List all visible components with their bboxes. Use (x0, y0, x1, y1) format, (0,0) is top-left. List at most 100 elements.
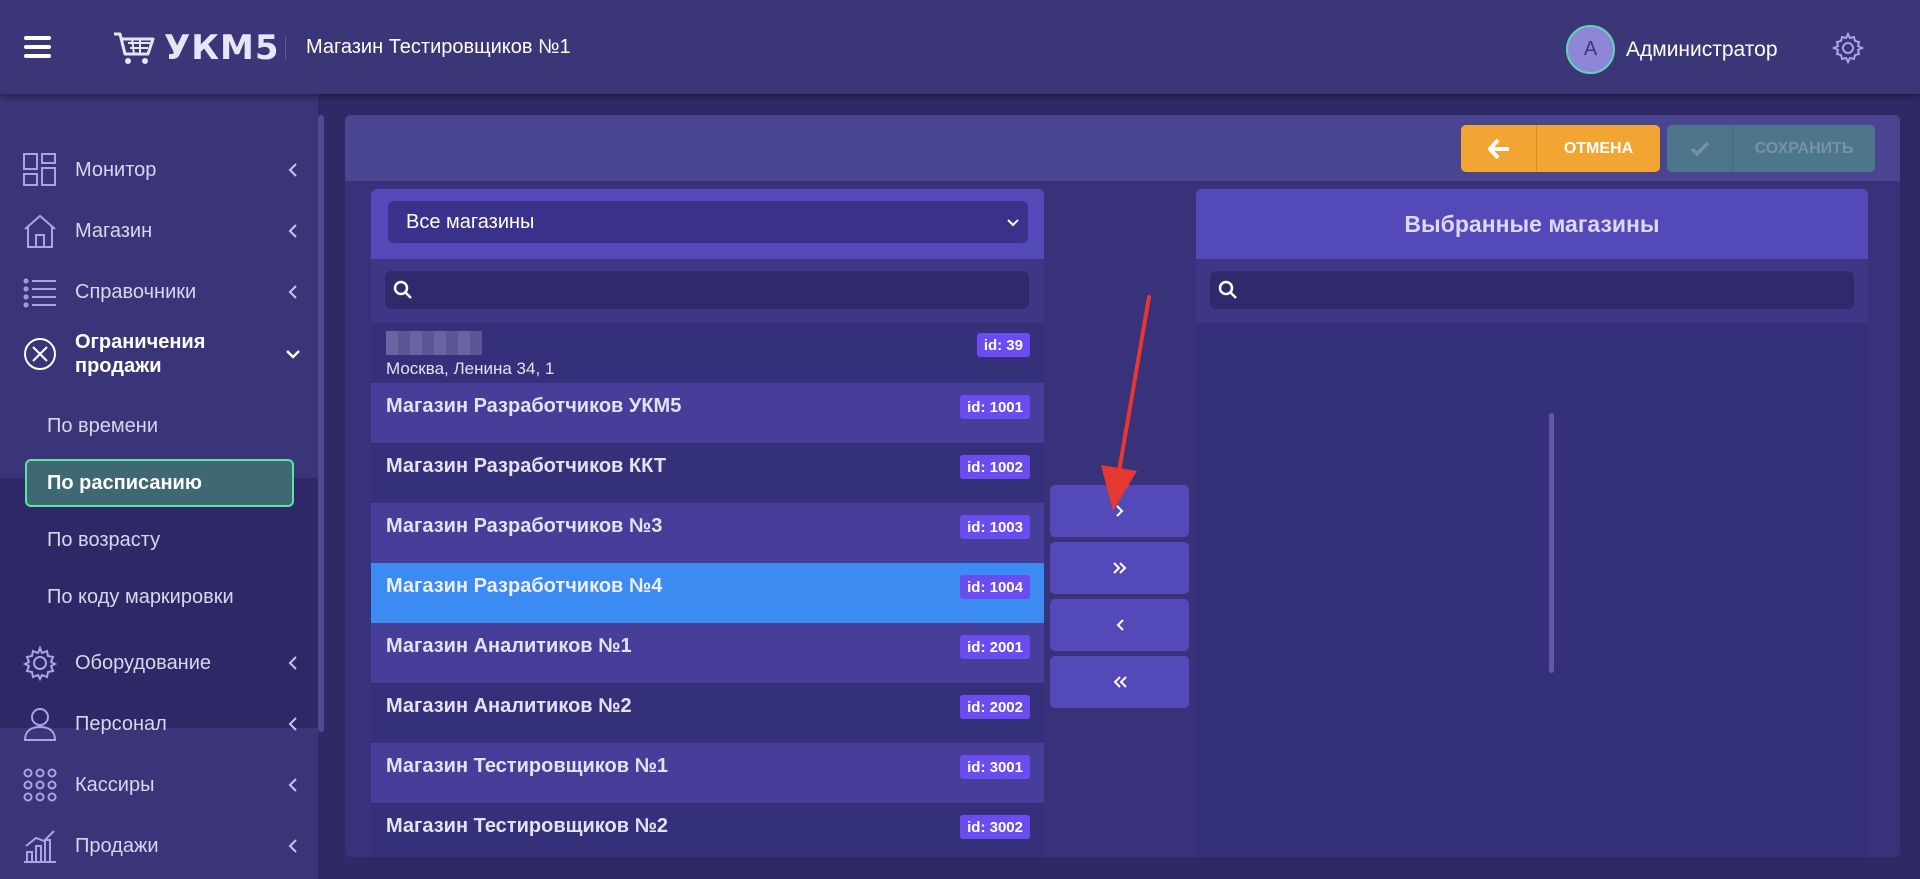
store-name: Магазин Разработчиков ККТ (386, 455, 667, 477)
chevron-left-icon (288, 839, 297, 853)
store-row-selected[interactable]: Магазин Разработчиков №4 id: 1004 (371, 563, 1044, 623)
sidebar-item-label: Персонал (75, 712, 167, 735)
sidebar-item-cashiers[interactable]: Кассиры (0, 755, 318, 815)
store-id-badge: id: 2002 (960, 695, 1030, 719)
store-row[interactable]: Магазин Тестировщиков №1 id: 3001 (371, 743, 1044, 803)
store-filter-select[interactable]: Все магазины (388, 201, 1028, 243)
gear-icon (22, 645, 58, 681)
grid-dots-icon (23, 768, 57, 802)
store-row[interactable]: Магазин Разработчиков УКМ5 id: 1001 (371, 383, 1044, 443)
avatar[interactable]: А (1566, 25, 1615, 74)
store-id-badge: id: 1003 (960, 515, 1030, 539)
sidebar-scrollbar[interactable] (318, 115, 324, 732)
cancel-label: ОТМЕНА (1563, 139, 1634, 157)
move-all-right-button[interactable] (1050, 542, 1189, 594)
move-selected-left-button[interactable] (1050, 599, 1189, 651)
list-icon (23, 278, 56, 308)
store-icon (24, 214, 56, 248)
arrow-left-icon (1461, 125, 1537, 172)
store-name: Магазин Тестировщиков №1 (386, 755, 669, 777)
sidebar-item-equipment[interactable]: Оборудование (0, 633, 318, 693)
subitem-by-age[interactable]: По возрасту (25, 516, 294, 564)
search-icon (393, 280, 412, 299)
dashboard-icon (23, 153, 56, 186)
chevron-left-icon (288, 656, 297, 670)
store-row[interactable]: Магазин Аналитиков №2 id: 2002 (371, 683, 1044, 743)
store-filter-value: Все магазины (406, 210, 535, 233)
sidebar: Монитор Магазин Справочники Ограничения … (0, 94, 318, 879)
chevron-left-icon (288, 717, 297, 731)
right-search-field[interactable] (1210, 271, 1854, 309)
user-name[interactable]: Администратор (1626, 38, 1778, 62)
store-name: Магазин Аналитиков №1 (386, 635, 632, 657)
store-id-badge: id: 39 (976, 333, 1030, 357)
menu-toggle-icon[interactable] (24, 36, 51, 58)
store-name: Магазин Разработчиков №3 (386, 515, 663, 537)
store-row[interactable]: Магазин Аналитиков №1 id: 2001 (371, 623, 1044, 683)
store-id-badge: id: 1004 (960, 575, 1030, 599)
restriction-icon (24, 338, 56, 370)
filter-header: Все магазины (371, 189, 1044, 259)
sidebar-item-sales[interactable]: Продажи (0, 816, 318, 876)
chevron-right-icon (1115, 505, 1123, 517)
store-id-badge: id: 3002 (960, 815, 1030, 839)
available-stores-panel: Все магазины Москва, Ленина 34, 1 id: 39… (371, 189, 1044, 857)
save-button[interactable]: СОХРАНИТЬ (1667, 125, 1875, 172)
left-search-field[interactable] (385, 271, 1029, 309)
sidebar-item-staff[interactable]: Персонал (0, 694, 318, 754)
right-search-bar (1196, 259, 1868, 323)
store-name: Магазин Аналитиков №2 (386, 695, 632, 717)
store-id-badge: id: 1002 (960, 455, 1030, 479)
subitem-by-time[interactable]: По времени (25, 402, 294, 450)
app-logo[interactable]: УКМ5 (112, 28, 280, 68)
sidebar-item-references[interactable]: Справочники (0, 262, 318, 322)
sidebar-item-label: Продажи (75, 834, 159, 857)
store-row[interactable]: Москва, Ленина 34, 1 id: 39 (371, 323, 1044, 383)
settings-gear-icon[interactable] (1832, 32, 1864, 64)
sidebar-item-sale-restrictions[interactable]: Ограничения продажи (0, 323, 318, 385)
subitem-by-schedule[interactable]: По расписанию (25, 459, 294, 507)
selected-stores-panel: Выбранные магазины (1196, 189, 1868, 857)
sidebar-item-store[interactable]: Магазин (0, 201, 318, 261)
chevron-left-icon (288, 778, 297, 792)
left-search-bar (371, 259, 1044, 323)
cancel-button[interactable]: ОТМЕНА (1461, 125, 1660, 172)
chevron-down-icon (286, 350, 300, 359)
app-header: УКМ5 Магазин Тестировщиков №1 А Админист… (0, 0, 1920, 94)
store-id-badge: id: 1001 (960, 395, 1030, 419)
sidebar-item-label: Магазин (75, 219, 153, 242)
store-id-badge: id: 3001 (960, 755, 1030, 779)
sidebar-item-monitor[interactable]: Монитор (0, 140, 318, 200)
store-id-badge: id: 2001 (960, 635, 1030, 659)
check-icon (1667, 125, 1733, 172)
move-all-left-button[interactable] (1050, 656, 1189, 708)
chevron-down-icon (1007, 219, 1019, 227)
store-name: Магазин Разработчиков УКМ5 (386, 395, 682, 417)
sidebar-item-label: Ограничения продажи (75, 331, 206, 377)
user-icon (23, 708, 57, 741)
sidebar-item-label: Оборудование (75, 651, 212, 674)
store-row[interactable]: Магазин Тестировщиков №2 id: 3002 (371, 803, 1044, 857)
chart-icon (24, 830, 56, 863)
double-chevron-right-icon (1112, 562, 1126, 574)
current-store-name[interactable]: Магазин Тестировщиков №1 (306, 36, 571, 59)
chevron-left-icon (288, 163, 297, 177)
move-selected-right-button[interactable] (1050, 485, 1189, 537)
header-divider (285, 36, 286, 60)
chevron-left-icon (288, 285, 297, 299)
subitem-by-marking-code[interactable]: По коду маркировки (25, 573, 294, 621)
right-search-input[interactable] (1246, 271, 1846, 309)
store-address: Москва, Ленина 34, 1 (386, 359, 555, 378)
sidebar-item-label: Кассиры (75, 773, 155, 796)
store-row[interactable]: Магазин Разработчиков №3 id: 1003 (371, 503, 1044, 563)
toolbar: ОТМЕНА СОХРАНИТЬ (345, 115, 1900, 181)
sidebar-item-label: Справочники (75, 280, 197, 303)
main-scrollbar[interactable] (1549, 413, 1554, 673)
selected-stores-title: Выбранные магазины (1196, 189, 1868, 259)
store-row[interactable]: Магазин Разработчиков ККТ id: 1002 (371, 443, 1044, 503)
chevron-left-icon (288, 224, 297, 238)
chevron-left-icon (1116, 619, 1124, 631)
main-card: ОТМЕНА СОХРАНИТЬ Все магазины Москва, Ле… (345, 115, 1900, 857)
save-label: СОХРАНИТЬ (1754, 139, 1854, 157)
left-search-input[interactable] (421, 271, 1021, 309)
